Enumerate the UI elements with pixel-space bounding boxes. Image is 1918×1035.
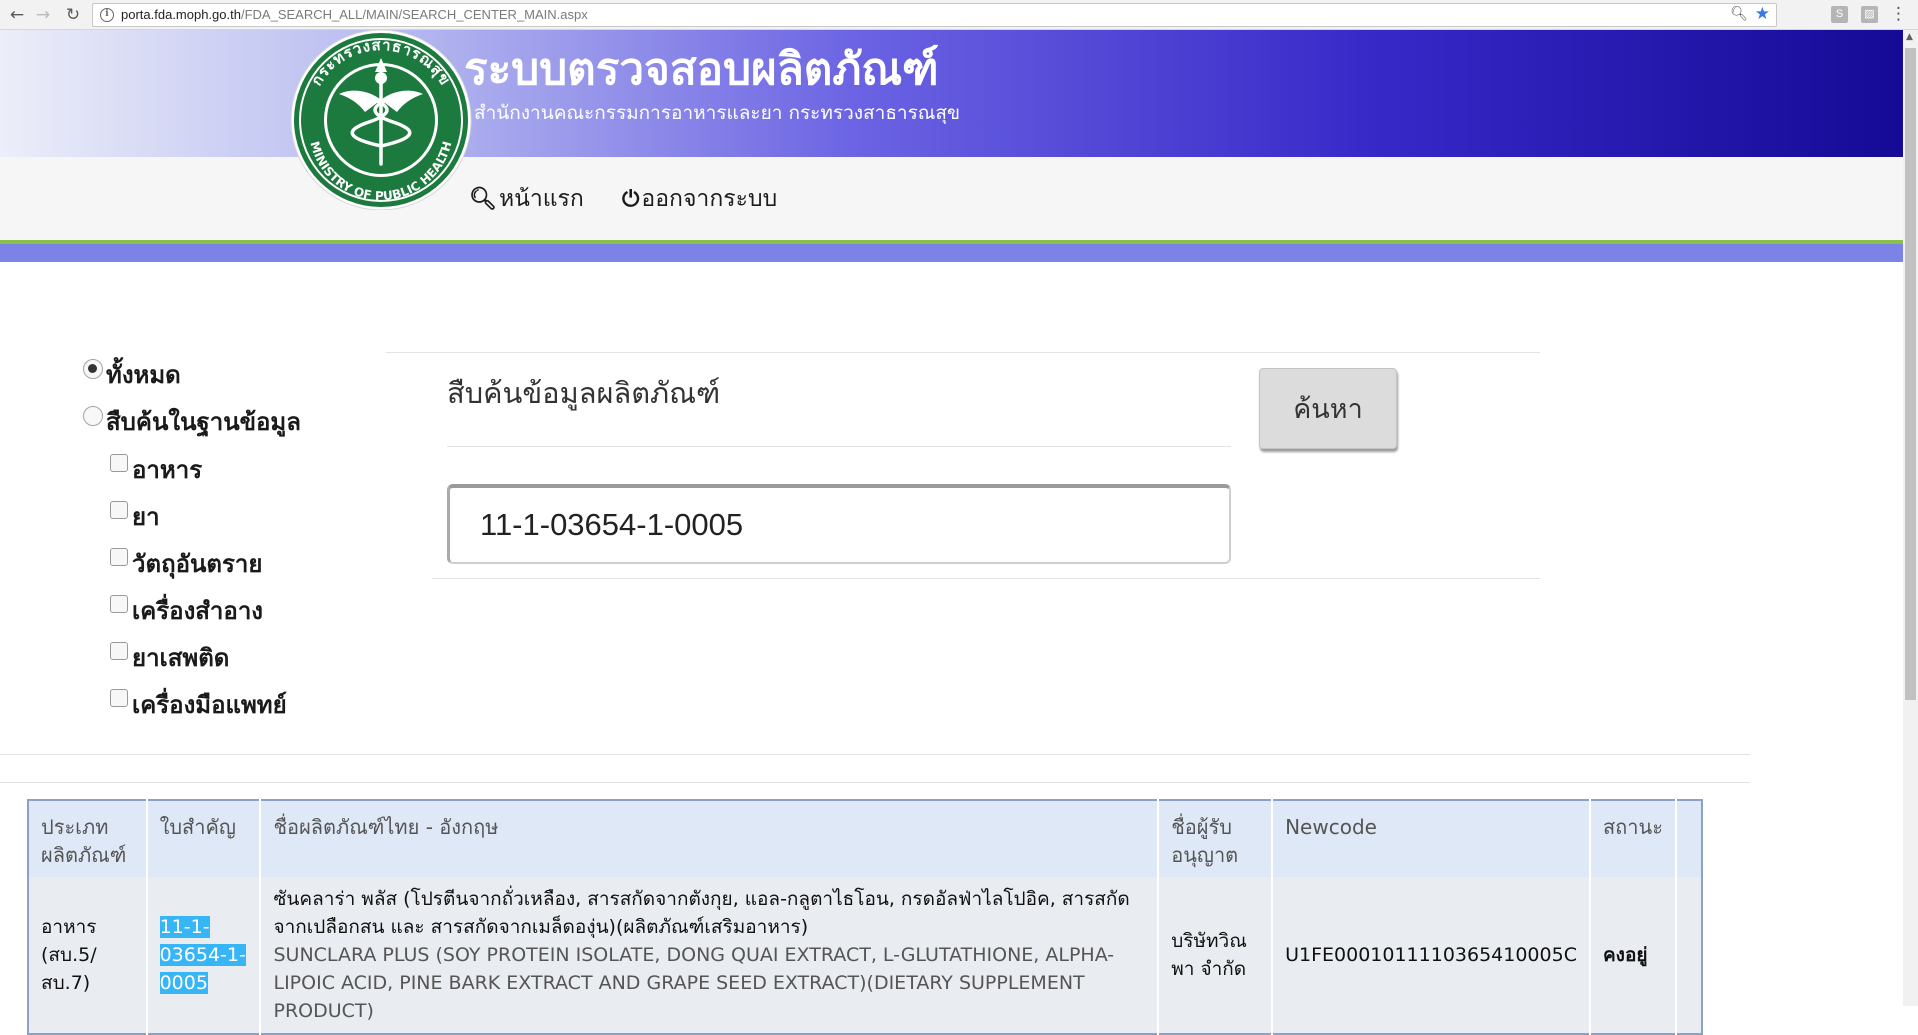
address-bar[interactable]: i porta.fda.moph.go.th/FDA_SEARCH_ALL/MA… [92, 3, 1777, 27]
back-icon[interactable]: ← [6, 4, 28, 26]
cell-newcode: U1FE0001011110365410005C [1272, 877, 1591, 1034]
product-name-th: ซันคลาร่า พลัส (โปรตีนจากถั่วเหลือง, สาร… [273, 888, 1130, 938]
search-input[interactable] [447, 484, 1231, 564]
cell-type: อาหาร (สบ.5/สบ.7) [28, 877, 148, 1034]
radio-all-label: ทั้งหมด [106, 361, 181, 389]
extension-s-icon[interactable]: S [1831, 6, 1848, 23]
col-header-licensee: ชื่อผู้รับอนุญาต [1158, 800, 1274, 877]
table-header-row: ประเภทผลิตภัณฑ์ ใบสำคัญ ชื่อผลิตภัณฑ์ไทย… [28, 800, 1702, 877]
radio-database[interactable] [83, 406, 103, 426]
cell-licensee: บริษัทวิณพา จำกัด [1158, 877, 1274, 1034]
results-table: ประเภทผลิตภัณฑ์ ใบสำคัญ ชื่อผลิตภัณฑ์ไทย… [27, 799, 1703, 1035]
site-subtitle: สำนักงานคณะกรรมการอาหารและยา กระทรวงสาธา… [474, 102, 961, 124]
power-icon: ⏻ [622, 187, 640, 212]
table-row[interactable]: อาหาร (สบ.5/สบ.7) 11-1-03654-1-0005 ซันค… [28, 877, 1702, 1034]
checkbox-medical-device-label: เครื่องมือแพทย์ [132, 691, 287, 719]
forward-icon[interactable]: → [32, 4, 54, 26]
checkbox-narcotics[interactable] [110, 642, 128, 660]
col-header-status: สถานะ [1589, 800, 1678, 877]
search-heading: สืบค้นข้อมูลผลิตภัณฑ์ [447, 376, 721, 410]
col-header-license: ใบสำคัญ [146, 800, 262, 877]
col-header-newcode: Newcode [1272, 800, 1591, 877]
cell-extra [1676, 877, 1702, 1034]
ministry-logo: กระทรวงสาธารณสุข MINISTRY OF PUBLIC HEAL… [290, 29, 472, 210]
checkbox-narcotics-label: ยาเสพติด [132, 644, 230, 672]
browser-toolbar: ← → ↻ i porta.fda.moph.go.th/FDA_SEARCH_… [0, 0, 1918, 30]
checkbox-medical-device[interactable] [110, 689, 128, 707]
license-link[interactable]: 11-1-03654-1-0005 [159, 916, 246, 994]
scroll-thumb[interactable] [1905, 48, 1916, 700]
search-top-rule [386, 352, 1540, 353]
checkbox-drug-label: ยา [132, 503, 160, 531]
info-icon[interactable]: i [100, 8, 114, 22]
product-name-en: SUNCLARA PLUS (SOY PROTEIN ISOLATE, DONG… [273, 944, 1115, 1022]
home-link-label: หน้าแรก [498, 186, 584, 212]
checkbox-hazardous-label: วัตถุอันตราย [132, 550, 263, 578]
url-host: porta.fda.moph.go.th [121, 7, 241, 22]
col-header-type: ประเภทผลิตภัณฑ์ [28, 800, 148, 877]
home-link[interactable]: 🔍︎หน้าแรก [469, 181, 584, 217]
cell-license: 11-1-03654-1-0005 [146, 877, 262, 1034]
checkbox-hazardous[interactable] [110, 548, 128, 566]
logout-link-label: ออกจากระบบ [641, 186, 778, 212]
checkbox-cosmetics-label: เครื่องสำอาง [132, 597, 264, 625]
search-button[interactable]: ค้นหา [1259, 368, 1397, 449]
page-scrollbar[interactable]: ▲ [1903, 30, 1918, 1006]
checkbox-cosmetics[interactable] [110, 595, 128, 613]
checkbox-food-label: อาหาร [132, 456, 203, 484]
cell-status: คงอยู่ [1589, 877, 1678, 1034]
site-title: ระบบตรวจสอบผลิตภัณฑ์ [464, 44, 939, 95]
logout-link[interactable]: ⏻ออกจากระบบ [622, 181, 777, 217]
section-rule-1 [0, 754, 1750, 755]
cell-product-name: ซันคลาร่า พลัส (โปรตีนจากถั่วเหลือง, สาร… [260, 877, 1160, 1034]
extension-image-icon[interactable]: ▨ [1861, 6, 1878, 23]
col-header-product-name: ชื่อผลิตภัณฑ์ไทย - อังกฤษ [260, 800, 1160, 877]
radio-all[interactable] [83, 359, 103, 379]
url-text: porta.fda.moph.go.th/FDA_SEARCH_ALL/MAIN… [121, 7, 588, 22]
reload-icon[interactable]: ↻ [62, 4, 84, 26]
zoom-icon[interactable]: 🔍︎ [1730, 6, 1748, 22]
col-header-extra [1676, 800, 1702, 877]
url-path: /FDA_SEARCH_ALL/MAIN/SEARCH_CENTER_MAIN.… [240, 7, 588, 22]
browser-menu-icon[interactable]: ⋮ [1890, 4, 1907, 24]
bookmark-star-icon[interactable]: ★ [1755, 4, 1770, 24]
radio-database-label: สืบค้นในฐานข้อมูล [106, 408, 301, 436]
search-bottom-rule [432, 578, 1540, 579]
checkbox-food[interactable] [110, 454, 128, 472]
section-rule-2 [0, 782, 1750, 783]
checkbox-drug[interactable] [110, 501, 128, 519]
header-divider-blue [0, 244, 1903, 262]
scroll-up-arrow-icon[interactable]: ▲ [1906, 32, 1913, 42]
search-heading-rule [447, 446, 1231, 447]
